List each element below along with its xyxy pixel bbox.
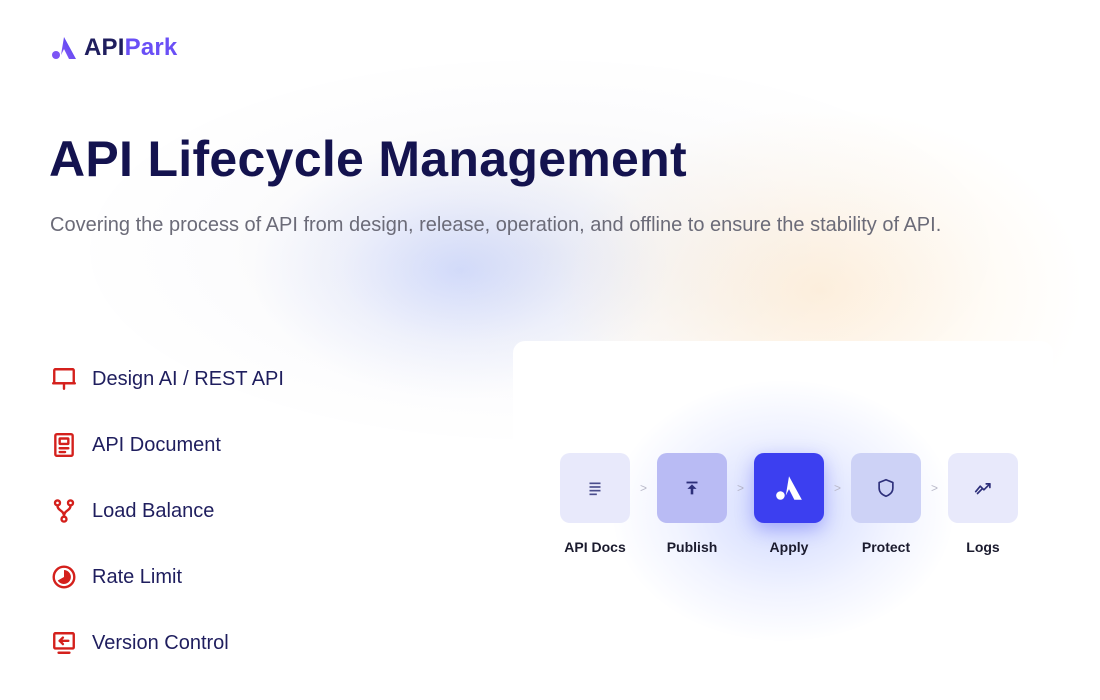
monitor-icon bbox=[50, 365, 78, 393]
step-label: API Docs bbox=[564, 539, 626, 555]
page-subtitle: Covering the process of API from design,… bbox=[50, 214, 942, 236]
step-label: Protect bbox=[861, 539, 911, 555]
gauge-icon bbox=[50, 563, 78, 591]
lifecycle-flow: API Docs > Publish > Apply > Protect > L… bbox=[560, 453, 1018, 555]
feature-label: API Document bbox=[92, 433, 221, 456]
step-tile bbox=[560, 453, 630, 523]
apipark-logo-icon bbox=[52, 37, 76, 59]
lifecycle-step-logs[interactable]: Logs bbox=[948, 453, 1018, 555]
lifecycle-step-publish[interactable]: Publish bbox=[657, 453, 727, 555]
feature-item-rate-limit[interactable]: Rate Limit bbox=[50, 544, 470, 610]
lifecycle-step-apply[interactable]: Apply bbox=[754, 453, 824, 555]
chevron-right-icon: > bbox=[930, 481, 938, 495]
lifecycle-step-api-docs[interactable]: API Docs bbox=[560, 453, 630, 555]
branch-icon bbox=[50, 497, 78, 525]
step-tile bbox=[948, 453, 1018, 523]
step-label: Apply bbox=[769, 539, 809, 555]
feature-label: Version Control bbox=[92, 631, 229, 654]
chevron-right-icon: > bbox=[736, 481, 744, 495]
step-tile bbox=[657, 453, 727, 523]
feature-item-version-control[interactable]: Version Control bbox=[50, 610, 470, 676]
lifecycle-card: API Docs > Publish > Apply > Protect > L… bbox=[513, 341, 1053, 671]
upload-icon bbox=[686, 481, 698, 495]
feature-label: Rate Limit bbox=[92, 565, 183, 588]
shield-icon bbox=[878, 478, 894, 498]
step-tile-active bbox=[754, 453, 824, 523]
step-label: Logs bbox=[966, 539, 1000, 555]
chevron-right-icon: > bbox=[833, 481, 841, 495]
brand-name-part1: API bbox=[84, 34, 125, 61]
feature-label: Design AI / REST API bbox=[92, 367, 284, 390]
lifecycle-step-protect[interactable]: Protect bbox=[851, 453, 921, 555]
step-tile bbox=[851, 453, 921, 523]
feature-item-api-document[interactable]: API Document bbox=[50, 412, 470, 478]
chevron-right-icon: > bbox=[639, 481, 647, 495]
brand-logo[interactable]: APIPark bbox=[50, 34, 177, 62]
step-label: Publish bbox=[666, 539, 718, 555]
feature-item-design-api[interactable]: Design AI / REST API bbox=[50, 346, 470, 412]
feature-list: Design AI / REST API API Document Load B… bbox=[50, 346, 470, 676]
document-icon bbox=[50, 431, 78, 459]
feature-item-load-balance[interactable]: Load Balance bbox=[50, 478, 470, 544]
apipark-logo-icon bbox=[776, 476, 802, 500]
brand-name-part2: Park bbox=[124, 34, 178, 61]
version-icon bbox=[50, 629, 78, 657]
list-icon bbox=[589, 482, 601, 496]
brand-name: APIPark bbox=[84, 34, 177, 62]
page-title: API Lifecycle Management bbox=[49, 131, 687, 187]
feature-label: Load Balance bbox=[92, 499, 215, 522]
trend-icon bbox=[974, 483, 991, 495]
